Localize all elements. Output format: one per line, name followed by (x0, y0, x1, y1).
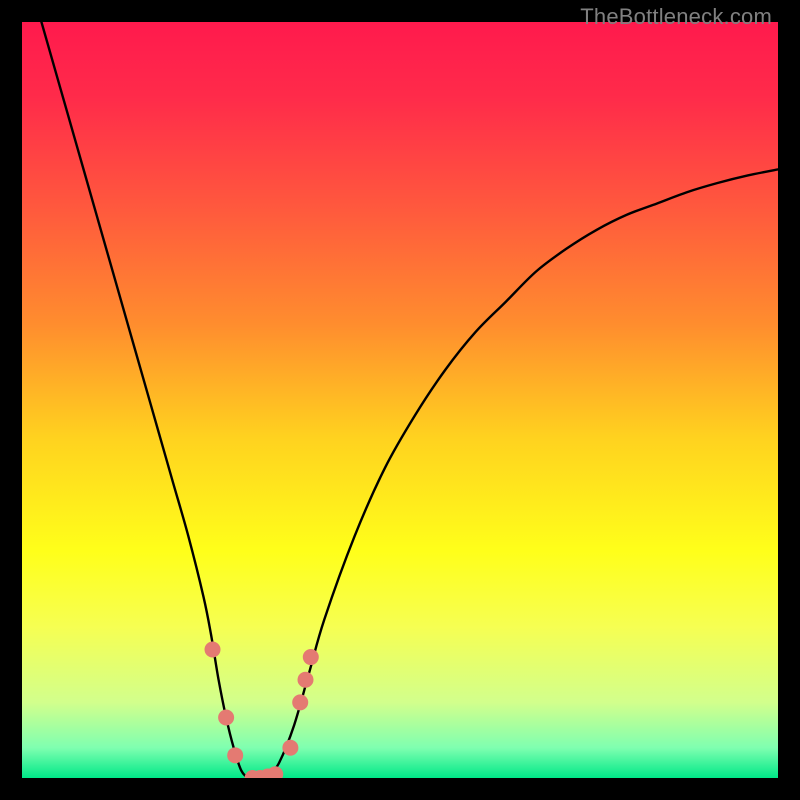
watermark-text: TheBottleneck.com (580, 4, 772, 30)
chart-frame (22, 22, 778, 778)
highlight-point (292, 694, 308, 710)
chart-svg (22, 22, 778, 778)
highlight-point (303, 649, 319, 665)
chart-background (22, 22, 778, 778)
highlight-point (205, 641, 221, 657)
highlight-point (227, 747, 243, 763)
highlight-point (298, 672, 314, 688)
highlight-point (282, 740, 298, 756)
highlight-point (218, 710, 234, 726)
